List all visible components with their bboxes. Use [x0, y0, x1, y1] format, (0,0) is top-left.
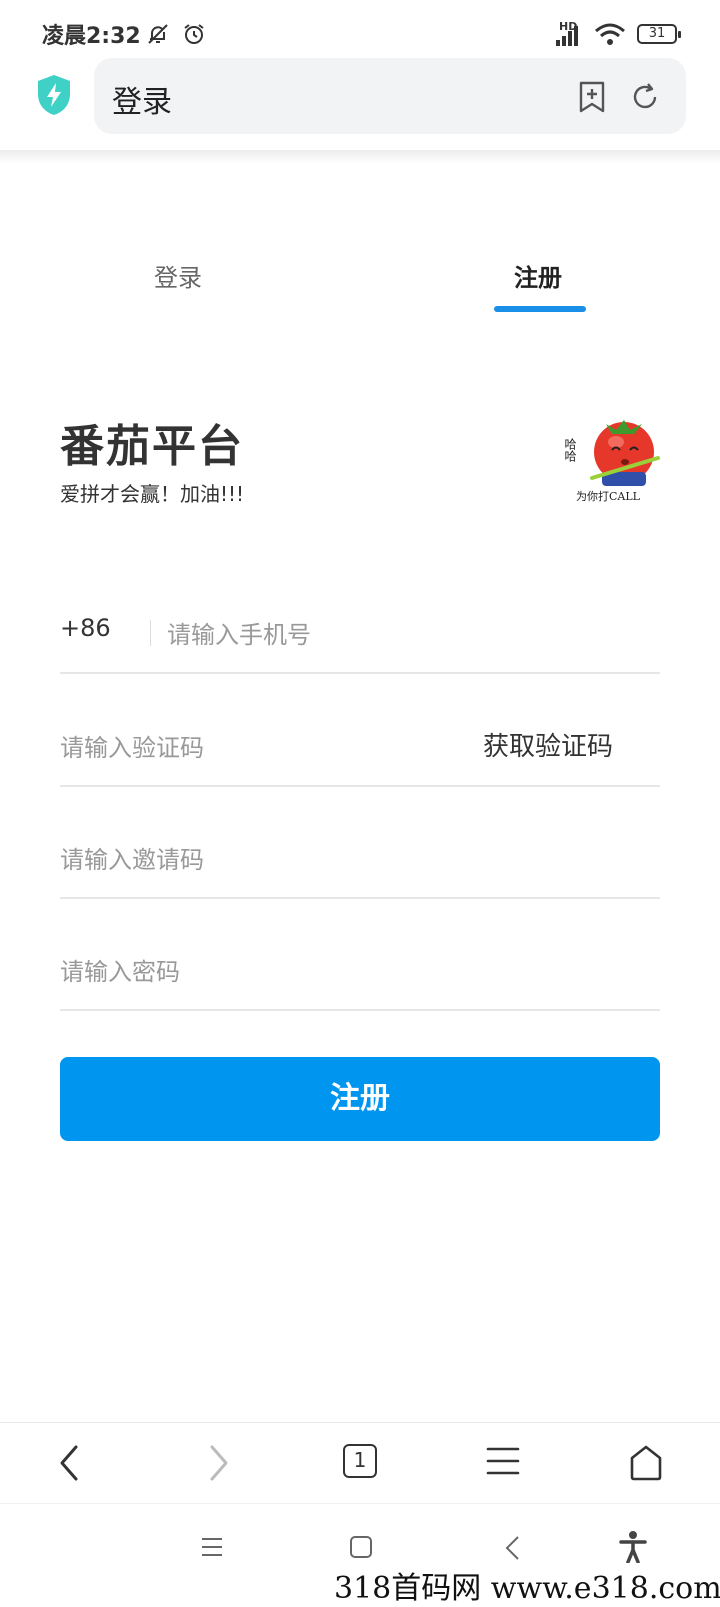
tomato-icon	[590, 420, 660, 486]
country-code[interactable]: +86	[60, 614, 111, 642]
back-icon[interactable]	[56, 1444, 84, 1482]
bottom-nav-divider	[0, 1422, 720, 1423]
alarm-icon	[184, 24, 204, 44]
home-square-icon[interactable]	[349, 1535, 373, 1559]
bell-off-icon	[148, 24, 168, 44]
page-title[interactable]: 登录	[112, 77, 172, 121]
mascot-caption: 为你打CALL	[576, 490, 640, 503]
brand-subtitle: 爱拼才会赢！加油!!!	[60, 482, 245, 506]
battery-icon: 31	[637, 24, 681, 44]
shield-bolt-icon[interactable]	[36, 74, 72, 116]
recent-apps-icon[interactable]	[200, 1535, 224, 1559]
prefix-separator	[150, 620, 151, 646]
menu-icon[interactable]	[486, 1444, 520, 1478]
phone-input[interactable]: 请输入手机号	[167, 615, 311, 650]
site-watermark: 318首码网 www.e318.com	[334, 1571, 720, 1606]
active-tab-indicator	[494, 306, 586, 312]
invite-field-underline	[60, 897, 660, 899]
forward-icon[interactable]	[204, 1444, 232, 1482]
verification-code-input[interactable]: 请输入验证码	[60, 728, 204, 763]
system-nav-divider	[0, 1503, 720, 1504]
home-icon[interactable]	[628, 1444, 664, 1482]
accessibility-icon[interactable]	[619, 1531, 647, 1563]
tab-login[interactable]: 登录	[154, 258, 202, 293]
system-back-icon[interactable]	[504, 1535, 522, 1561]
wifi-icon	[595, 23, 625, 45]
register-button[interactable]: 注册	[60, 1057, 660, 1141]
invite-code-input[interactable]: 请输入邀请码	[60, 840, 204, 875]
mascot-side-text: 哈哈	[563, 438, 577, 462]
phone-field-underline	[60, 672, 660, 674]
tab-register[interactable]: 注册	[514, 258, 562, 293]
signal-icon	[556, 26, 578, 46]
battery-level: 31	[648, 26, 666, 41]
bookmark-add-icon[interactable]	[578, 80, 606, 114]
get-code-button[interactable]: 获取验证码	[483, 726, 613, 763]
tab-count: 1	[353, 1448, 367, 1472]
password-input[interactable]: 请输入密码	[60, 952, 180, 987]
password-field-underline	[60, 1009, 660, 1011]
brand-title: 番茄平台	[60, 421, 244, 472]
toolbar-shadow	[0, 150, 720, 164]
tabs-icon[interactable]: 1	[343, 1444, 377, 1478]
tomato-mascot-image: 哈哈 为你打CALL	[563, 408, 668, 512]
status-time: 凌晨2:32	[42, 24, 141, 49]
code-field-underline	[60, 785, 660, 787]
refresh-icon[interactable]	[630, 82, 660, 112]
